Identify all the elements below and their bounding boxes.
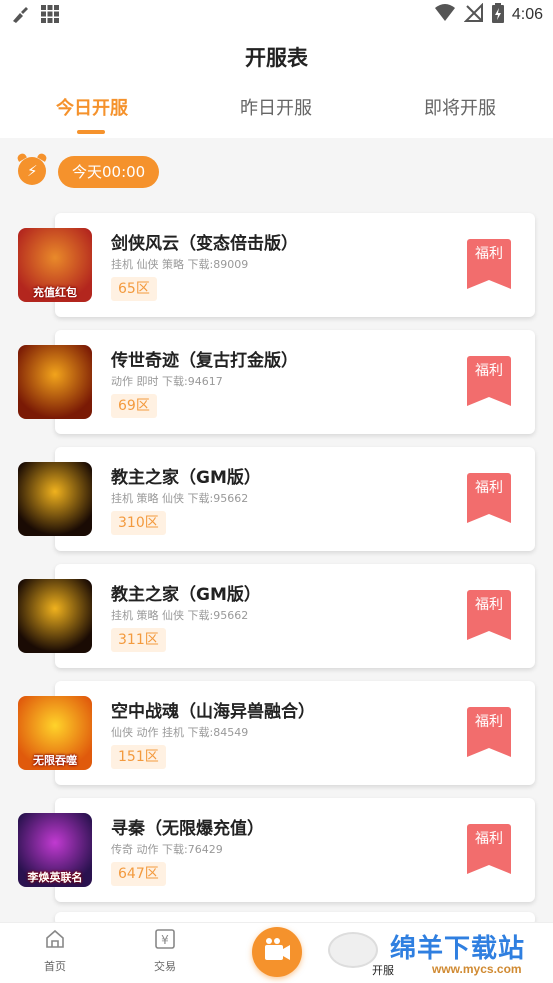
alarm-clock-icon: ⚡	[18, 157, 46, 185]
nav-home[interactable]: 首页	[20, 927, 90, 974]
welfare-ribbon: 福利	[467, 356, 511, 406]
game-meta: 挂机 策略 仙侠 下载:95662	[111, 609, 249, 622]
nav-home-label: 首页	[44, 960, 66, 973]
game-thumbnail[interactable]	[18, 345, 92, 419]
time-filter-row: ⚡ 今天00:00	[0, 150, 553, 196]
tab-bar: 今日开服 昨日开服 即将开服	[0, 94, 553, 138]
zone-badge: 311区	[111, 628, 166, 652]
page-title: 开服表	[245, 46, 308, 70]
status-bar: 4:06	[0, 0, 553, 30]
wifi-icon	[434, 3, 456, 27]
signal-off-icon	[463, 2, 484, 27]
game-meta: 挂机 仙侠 策略 下载:89009	[111, 258, 249, 271]
header: 开服表 今日开服 昨日开服 即将开服	[0, 30, 553, 138]
game-thumbnail[interactable]: 充值红包	[18, 228, 92, 302]
welfare-ribbon: 福利	[467, 824, 511, 874]
watermark-url: www.mycs.com	[432, 962, 522, 976]
game-thumbnail[interactable]: 无限吞噬	[18, 696, 92, 770]
game-meta: 挂机 策略 仙侠 下载:95662	[111, 492, 249, 505]
list-item[interactable]: 寻秦（无限爆充值） 传奇 动作 下载:76429 647区 福利	[55, 798, 535, 902]
welfare-ribbon: 福利	[467, 473, 511, 523]
welfare-ribbon: 福利	[467, 239, 511, 289]
svg-text:¥: ¥	[161, 933, 169, 947]
game-meta: 动作 即时 下载:94617	[111, 375, 223, 388]
watermark: 开服 绵羊下载站 www.mycs.com	[322, 924, 553, 981]
list-item[interactable]: 传世奇迹（复古打金版） 动作 即时 下载:94617 69区 福利	[55, 330, 535, 434]
game-thumbnail[interactable]: 李焕英联名	[18, 813, 92, 887]
status-time: 4:06	[511, 6, 543, 23]
home-icon	[46, 929, 64, 948]
game-name: 教主之家（GM版）	[111, 468, 261, 488]
time-pill[interactable]: 今天00:00	[58, 156, 160, 188]
cleaner-icon	[10, 4, 30, 28]
nav-trade-label: 交易	[154, 960, 176, 973]
nav-trade[interactable]: ¥ 交易	[130, 927, 200, 974]
battery-icon	[491, 3, 504, 27]
tab-yesterday[interactable]: 昨日开服	[184, 94, 368, 120]
list-item[interactable]: 教主之家（GM版） 挂机 策略 仙侠 下载:95662 311区 福利	[55, 564, 535, 668]
welfare-ribbon: 福利	[467, 590, 511, 640]
trade-icon: ¥	[155, 929, 175, 949]
grid-icon	[40, 4, 60, 28]
list-item[interactable]: 空中战魂（山海异兽融合） 仙侠 动作 挂机 下载:84549 151区 福利	[55, 681, 535, 785]
game-name: 教主之家（GM版）	[111, 585, 261, 605]
zone-badge: 647区	[111, 862, 166, 886]
zone-badge: 69区	[111, 394, 157, 418]
game-name: 空中战魂（山海异兽融合）	[111, 702, 315, 722]
video-camera-icon	[265, 938, 290, 960]
zone-badge: 65区	[111, 277, 157, 301]
list-item[interactable]: 剑侠风云（变态倍击版） 挂机 仙侠 策略 下载:89009 65区 福利	[55, 213, 535, 317]
tab-upcoming[interactable]: 即将开服	[368, 94, 552, 120]
game-meta: 仙侠 动作 挂机 下载:84549	[111, 726, 249, 739]
zone-badge: 151区	[111, 745, 166, 769]
game-name: 传世奇迹（复古打金版）	[111, 351, 298, 371]
game-name: 剑侠风云（变态倍击版）	[111, 234, 298, 254]
game-name: 寻秦（无限爆充值）	[111, 819, 264, 839]
game-thumbnail[interactable]	[18, 579, 92, 653]
welfare-ribbon: 福利	[467, 707, 511, 757]
thumbnail-caption: 充值红包	[33, 286, 77, 299]
sheep-logo-icon	[328, 932, 378, 968]
thumbnail-caption: 李焕英联名	[27, 871, 83, 884]
game-meta: 传奇 动作 下载:76429	[111, 843, 223, 856]
nav-video[interactable]	[252, 927, 302, 977]
watermark-text: 绵羊下载站	[390, 934, 526, 964]
zone-badge: 310区	[111, 511, 166, 535]
active-tab-indicator	[77, 130, 105, 134]
list-item[interactable]: 教主之家（GM版） 挂机 策略 仙侠 下载:95662 310区 福利	[55, 447, 535, 551]
thumbnail-caption: 无限吞噬	[33, 754, 77, 767]
game-thumbnail[interactable]	[18, 462, 92, 536]
tab-today[interactable]: 今日开服	[0, 94, 184, 120]
